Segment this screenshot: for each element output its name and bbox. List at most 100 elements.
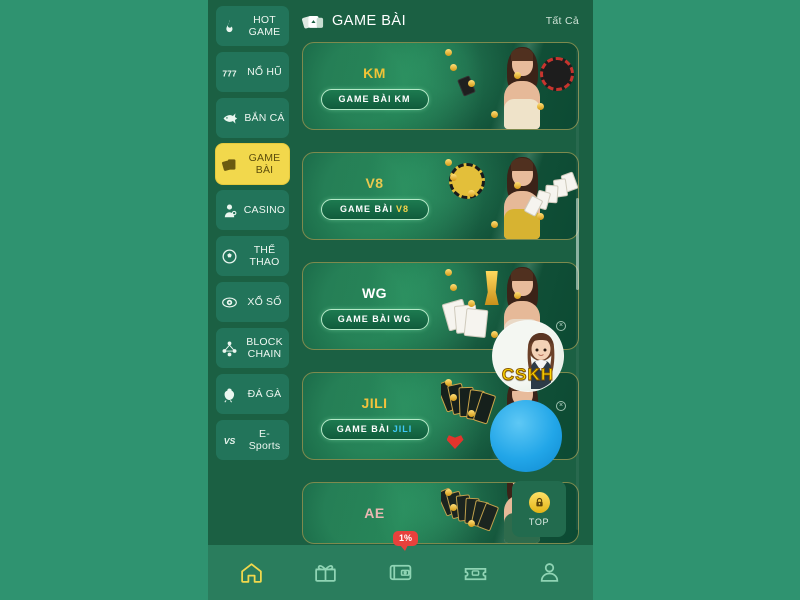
sidebar-item-label: CASINO bbox=[243, 204, 286, 216]
game-title-tag: KM bbox=[394, 94, 411, 104]
sidebar-item-bắn-cá[interactable]: BẮN CÁ bbox=[216, 98, 289, 138]
playing-cards-icon bbox=[220, 155, 239, 174]
coin-icon bbox=[449, 64, 457, 71]
game-title-tag: JILI bbox=[392, 424, 413, 434]
sidebar-item-label: GAME BÀI bbox=[248, 152, 281, 176]
category-sidebar[interactable]: HOT GAME 777 NỔ HŨ BẮN CÁ GAME BÀI CASINO THỂ THA… bbox=[208, 0, 293, 545]
game-title-pill: GAME BÀI WG bbox=[320, 308, 429, 330]
game-card-left: V8 GAME BÀI V8 bbox=[303, 153, 446, 239]
game-card[interactable]: V8 GAME BÀI V8 bbox=[302, 152, 579, 240]
coin-icon bbox=[513, 72, 521, 79]
coin-icon bbox=[513, 182, 521, 189]
wallet-icon bbox=[388, 560, 413, 585]
game-title-text: GAME BÀI bbox=[338, 94, 392, 104]
sidebar-item-hot-game[interactable]: HOT GAME bbox=[216, 6, 289, 46]
coin-icon bbox=[467, 520, 475, 527]
coin-icon bbox=[467, 410, 475, 417]
game-title-pill: GAME BÀI V8 bbox=[320, 198, 429, 220]
sidebar-item-label: ĐÁ GÀ bbox=[247, 388, 282, 400]
sidebar-item-casino[interactable]: CASINO bbox=[216, 190, 289, 230]
gift-icon bbox=[313, 560, 338, 585]
sidebar-item-label: THỂ THAO bbox=[249, 244, 280, 268]
lock-icon bbox=[528, 491, 550, 513]
heart-icon bbox=[446, 435, 464, 449]
fish-icon bbox=[220, 109, 239, 128]
cskh-close-icon[interactable]: × bbox=[556, 321, 566, 331]
coin-icon bbox=[490, 111, 498, 118]
game-brand-logo: WG bbox=[361, 284, 388, 301]
lottery-ball-icon bbox=[220, 293, 239, 312]
coin-icon bbox=[449, 504, 457, 511]
coin-icon bbox=[490, 221, 498, 228]
svg-text:VS: VS bbox=[224, 436, 236, 446]
game-title-text: GAME BÀI bbox=[337, 314, 391, 324]
slot-777-icon: 777 bbox=[220, 63, 239, 82]
sidebar-item-label: BẮN CÁ bbox=[244, 112, 285, 124]
game-title-tag: WG bbox=[393, 314, 412, 324]
game-title-pill: GAME BÀI JILI bbox=[320, 418, 429, 440]
nav-home[interactable] bbox=[225, 553, 277, 593]
percent-badge: 1% bbox=[393, 531, 419, 551]
game-card-artwork bbox=[441, 153, 578, 239]
bottom-navigation[interactable] bbox=[208, 545, 593, 600]
versus-icon: VS bbox=[220, 431, 239, 450]
sidebar-item-label: XỔ SỐ bbox=[247, 296, 282, 308]
cskh-support-widget[interactable]: CSKH bbox=[492, 320, 564, 392]
nav-ticket[interactable] bbox=[449, 553, 501, 593]
coin-icon bbox=[444, 49, 452, 56]
game-title-pill: GAME BÀI KM bbox=[320, 88, 429, 110]
sidebar-item-nổ-hũ[interactable]: 777 NỔ HŨ bbox=[216, 52, 289, 92]
nav-profile[interactable] bbox=[524, 553, 576, 593]
coin-icon bbox=[467, 80, 475, 87]
cskh-label: CSKH bbox=[501, 365, 555, 385]
coin-icon bbox=[444, 159, 452, 166]
coin-icon bbox=[444, 489, 452, 496]
sidebar-item-game-bài[interactable]: GAME BÀI bbox=[216, 144, 289, 184]
nav-gift[interactable] bbox=[300, 553, 352, 593]
sidebar-item-e--sports[interactable]: VS E- Sports bbox=[216, 420, 289, 460]
nav-wallet[interactable] bbox=[374, 553, 426, 593]
game-brand-logo: AE bbox=[364, 505, 385, 521]
coin-icon bbox=[449, 174, 457, 181]
flame-icon bbox=[220, 17, 239, 36]
sidebar-item-label: BLOCK CHAIN bbox=[246, 336, 283, 360]
top-button-label: TOP bbox=[528, 516, 550, 527]
coin-icon bbox=[536, 103, 544, 110]
coin-icon bbox=[513, 292, 521, 299]
dealer-icon bbox=[220, 201, 239, 220]
sidebar-item-block-chain[interactable]: BLOCK CHAIN bbox=[216, 328, 289, 368]
ticket-icon bbox=[463, 560, 488, 585]
game-card[interactable]: KM GAME BÀI KM bbox=[302, 42, 579, 130]
sidebar-item-đá-gà[interactable]: ĐÁ GÀ bbox=[216, 374, 289, 414]
soccer-ball-icon bbox=[220, 247, 239, 266]
scrollbar-thumb[interactable] bbox=[576, 198, 579, 290]
playing-card bbox=[463, 307, 488, 339]
sidebar-item-label: HOT GAME bbox=[248, 14, 281, 38]
view-all-link[interactable]: Tất Cả bbox=[546, 15, 579, 27]
sidebar-item-xổ-số[interactable]: XỔ SỐ bbox=[216, 282, 289, 322]
coin-icon bbox=[449, 394, 457, 401]
profile-icon bbox=[537, 560, 562, 585]
game-card-list: KM GAME BÀI KM V8 GAME BÀI V8 WG GAME BÀI WG JILI… bbox=[293, 42, 593, 544]
sidebar-item-label: NỔ HŨ bbox=[247, 66, 282, 78]
sidebar-item-thể-thao[interactable]: THỂ THAO bbox=[216, 236, 289, 276]
game-title-tag: V8 bbox=[395, 204, 409, 214]
coin-icon bbox=[467, 190, 475, 197]
page-title: GAME BÀI bbox=[332, 13, 407, 29]
blockchain-icon bbox=[220, 339, 239, 358]
coin-icon bbox=[536, 213, 544, 220]
svg-text:777: 777 bbox=[222, 68, 236, 78]
coin-icon bbox=[449, 284, 457, 291]
game-card-left: KM GAME BÀI KM bbox=[303, 43, 446, 129]
game-card-left: JILI GAME BÀI JILI bbox=[303, 373, 446, 459]
blue-circle-icon[interactable] bbox=[490, 400, 562, 472]
home-icon bbox=[239, 560, 264, 585]
top-button[interactable]: TOP bbox=[512, 481, 566, 537]
game-brand-logo: JILI bbox=[361, 394, 388, 411]
game-card-artwork bbox=[441, 43, 579, 129]
game-brand-logo: V8 bbox=[365, 174, 384, 191]
coin-icon bbox=[444, 379, 452, 386]
coin-icon bbox=[467, 300, 475, 307]
playing-cards-icon bbox=[302, 13, 324, 29]
blue-fab-close-icon[interactable]: × bbox=[556, 401, 566, 411]
